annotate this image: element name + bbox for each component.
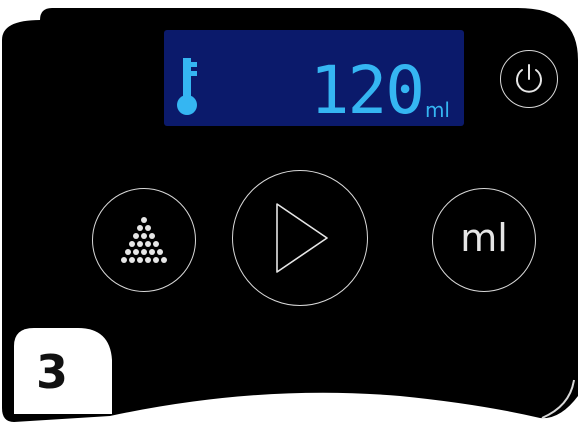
play-icon — [276, 203, 328, 273]
volume-readout: 120 ml — [310, 44, 450, 124]
lcd-display: 120 ml — [164, 30, 464, 126]
step-number: 3 — [35, 345, 68, 399]
power-button[interactable] — [500, 50, 558, 108]
volume-button[interactable]: ml — [432, 188, 536, 292]
portion-button[interactable] — [92, 188, 196, 292]
start-button[interactable] — [232, 170, 368, 306]
appliance-control-panel: 120 ml ml 3 — [0, 0, 578, 428]
volume-value: 120 — [309, 52, 425, 129]
thermometer-icon — [177, 58, 197, 115]
volume-unit: ml — [424, 98, 450, 122]
volume-button-label: ml — [460, 216, 508, 260]
portion-icon — [121, 217, 167, 263]
power-icon — [516, 64, 542, 93]
